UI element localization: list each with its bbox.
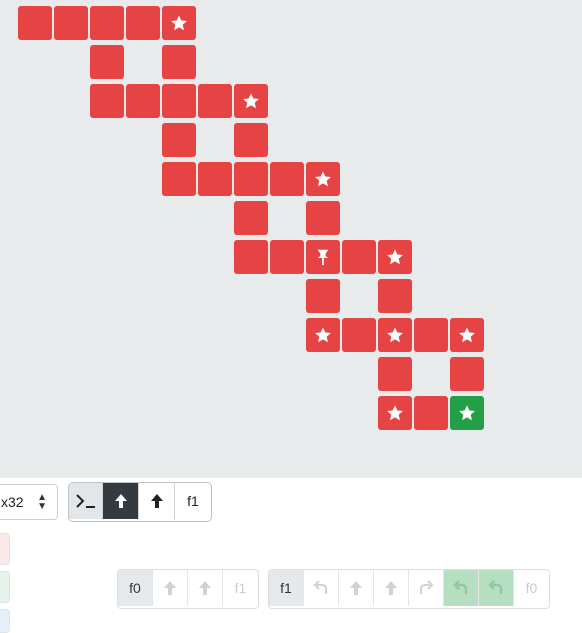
star-tile — [378, 240, 412, 274]
board-tile — [414, 318, 448, 352]
function-f0: f0 f1 — [117, 569, 259, 609]
palette-swatch-green[interactable] — [0, 571, 10, 603]
board-tile — [90, 84, 124, 118]
star-tile — [450, 318, 484, 352]
f1-slot-7[interactable]: f0 — [514, 570, 549, 606]
board-tile — [270, 162, 304, 196]
arrow-up-icon — [199, 581, 211, 595]
board-tile — [234, 162, 268, 196]
turn-left-icon — [453, 580, 468, 594]
terminal-prompt-icon — [75, 494, 95, 508]
arrow-up-icon — [350, 581, 362, 595]
palette-swatch-blue[interactable] — [0, 609, 10, 633]
board-tile — [270, 240, 304, 274]
star-icon — [459, 327, 475, 343]
board-tile — [162, 123, 196, 157]
robot-tile — [306, 240, 340, 274]
speed-select[interactable]: x32 ▲ ▼ — [0, 484, 58, 520]
star-tile — [378, 396, 412, 430]
star-icon — [387, 405, 403, 421]
board-tile — [162, 84, 196, 118]
star-icon — [387, 249, 403, 265]
board-tile — [234, 201, 268, 235]
arrow-up-icon — [114, 494, 127, 508]
f1-slot-6[interactable] — [479, 570, 514, 606]
board-tile — [234, 123, 268, 157]
star-tile — [234, 84, 268, 118]
forward-selected-button[interactable] — [103, 483, 139, 519]
goal-tile — [450, 396, 484, 430]
f0-slot-3[interactable]: f1 — [223, 570, 258, 606]
run-button[interactable] — [69, 483, 103, 519]
f0-label: f0 — [118, 570, 153, 606]
f1-slot-5[interactable] — [444, 570, 479, 606]
board-tile — [198, 162, 232, 196]
function-f1: f1 f0 — [268, 569, 550, 609]
board-tile — [306, 279, 340, 313]
turn-left-icon — [488, 580, 503, 594]
arrow-up-icon — [150, 494, 163, 508]
board-tile — [18, 6, 52, 40]
forward-button[interactable] — [139, 483, 175, 519]
arrow-up-icon — [164, 581, 176, 595]
star-icon — [243, 93, 259, 109]
board-tile — [342, 318, 376, 352]
f0-slot-2[interactable] — [188, 570, 223, 606]
board-tile — [342, 240, 376, 274]
turn-right-icon — [420, 580, 434, 594]
f1-label: f1 — [269, 570, 304, 606]
board-tile — [234, 240, 268, 274]
turn-left-icon — [313, 580, 327, 594]
star-icon — [459, 405, 475, 421]
f1-slot-4[interactable] — [409, 570, 444, 606]
control-toolbar: f1 — [68, 482, 212, 522]
board-tile — [378, 279, 412, 313]
star-tile — [162, 6, 196, 40]
board-tile — [162, 45, 196, 79]
star-tile — [378, 318, 412, 352]
board-tile — [378, 357, 412, 391]
speed-value: x32 — [1, 494, 24, 510]
palette-swatch-red[interactable] — [0, 533, 10, 565]
arrow-up-icon — [385, 581, 397, 595]
star-icon — [315, 327, 331, 343]
board-tile — [198, 84, 232, 118]
board-tile — [306, 201, 340, 235]
board-tile — [126, 6, 160, 40]
board-tile — [450, 357, 484, 391]
board-tile — [126, 84, 160, 118]
f1-slot-2[interactable] — [339, 570, 374, 606]
f1-button[interactable]: f1 — [175, 483, 211, 519]
star-tile — [306, 162, 340, 196]
star-icon — [315, 171, 331, 187]
star-icon — [387, 327, 403, 343]
star-icon — [171, 15, 187, 31]
board-tile — [162, 162, 196, 196]
board-tile — [54, 6, 88, 40]
pin-icon — [317, 249, 329, 266]
f0-slot-1[interactable] — [153, 570, 188, 606]
select-caret-icon: ▲ ▼ — [37, 492, 47, 512]
board-tile — [90, 6, 124, 40]
board-tile — [414, 396, 448, 430]
board-tile — [90, 45, 124, 79]
game-board — [0, 0, 582, 478]
f1-slot-3[interactable] — [374, 570, 409, 606]
f1-slot-1[interactable] — [304, 570, 339, 606]
star-tile — [306, 318, 340, 352]
